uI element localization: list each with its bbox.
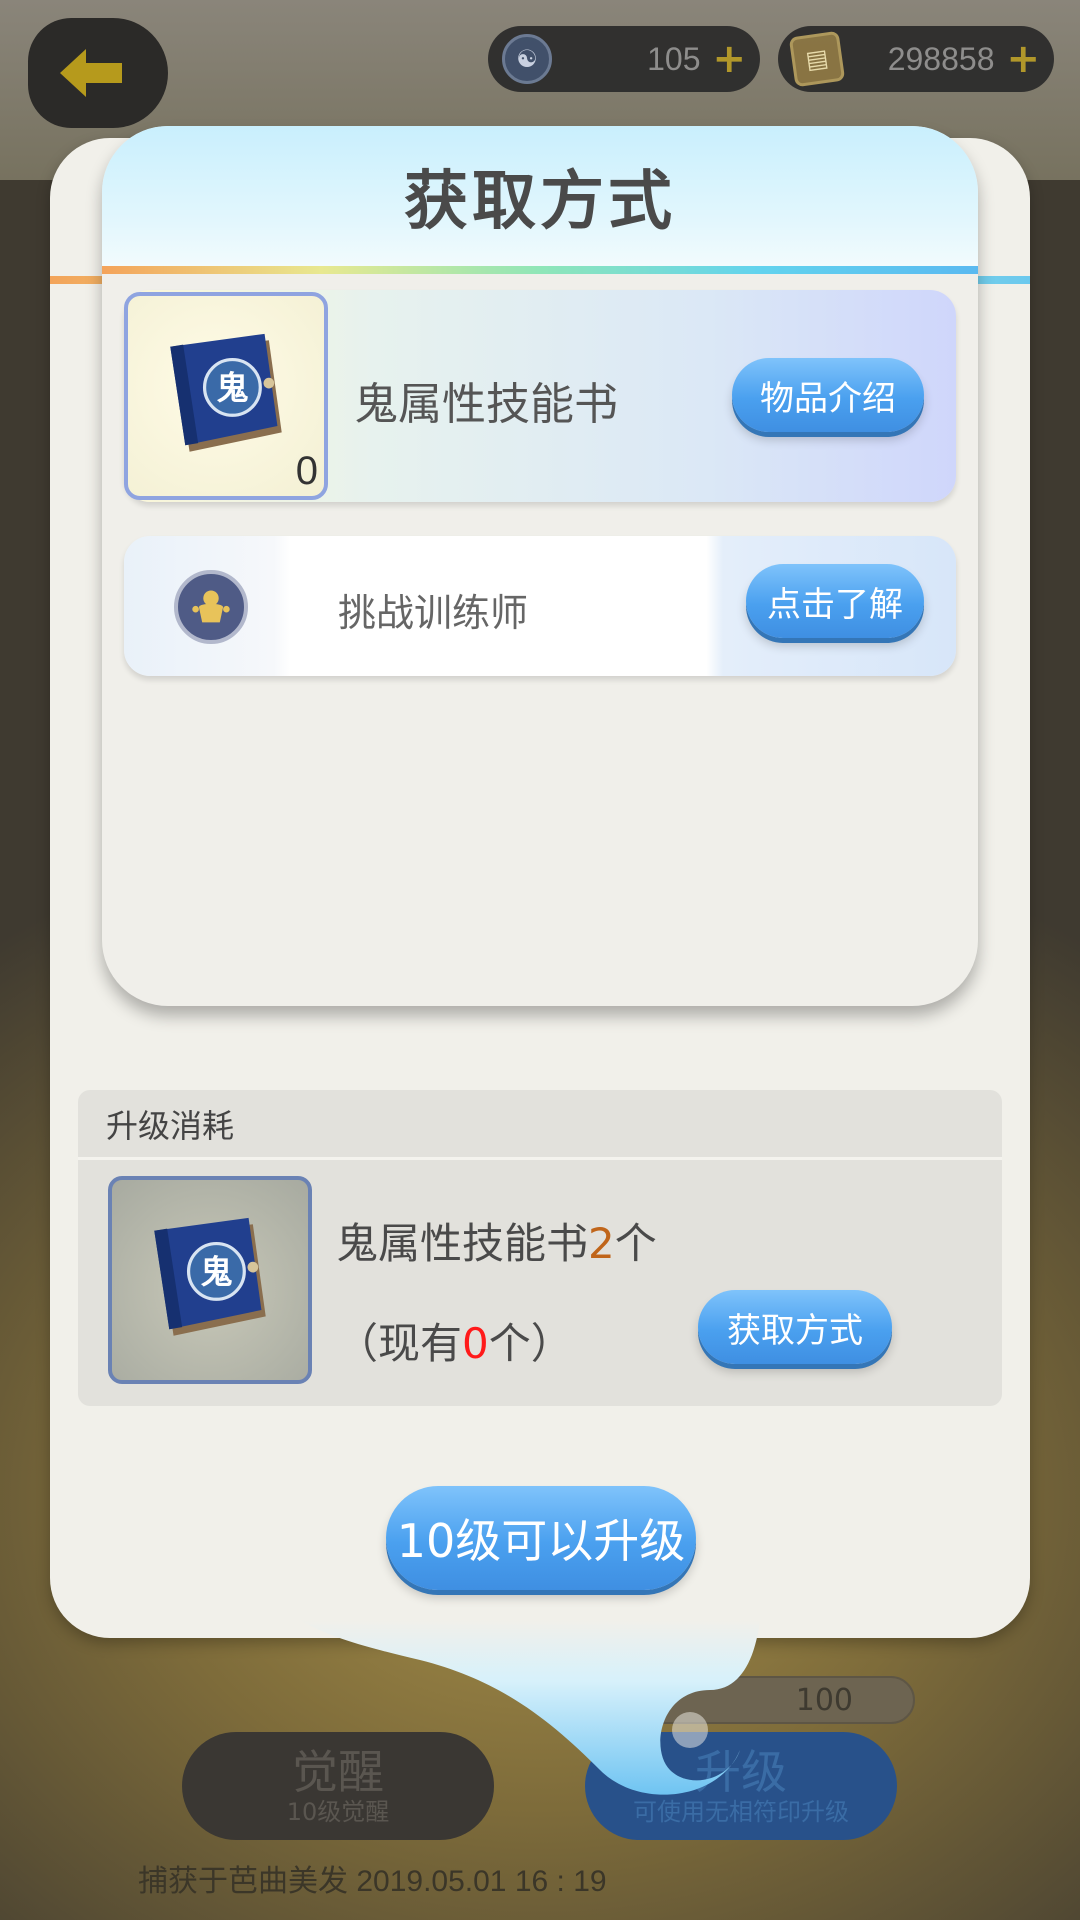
- trainer-icon: [174, 570, 248, 644]
- cost-item-unit: 个: [614, 1219, 657, 1268]
- cost-item-name: 鬼属性技能书2个: [336, 1210, 657, 1271]
- item-intro-button[interactable]: 物品介绍: [732, 358, 924, 432]
- capture-info: 捕获于芭曲美发 2019.05.01 16 : 19: [138, 1865, 607, 1898]
- get-method-button[interactable]: 获取方式: [698, 1290, 892, 1364]
- cost-header: 升级消耗: [78, 1090, 1002, 1160]
- cost-item-slot[interactable]: 鬼: [108, 1176, 312, 1384]
- popup-header: 获取方式: [102, 126, 978, 266]
- bg-upgrade-sub-label: 可使用无相符印升级: [633, 1798, 849, 1826]
- owned-prefix: （现有: [336, 1319, 463, 1368]
- gold-currency-value: 298858: [887, 40, 995, 77]
- back-button[interactable]: [28, 18, 168, 128]
- item-card: 鬼 0 鬼属性技能书 物品介绍: [124, 290, 956, 502]
- plus-icon[interactable]: +: [1006, 39, 1040, 79]
- soul-coin-icon: ☯: [502, 34, 552, 84]
- item-icon-slot[interactable]: 鬼 0: [124, 292, 328, 500]
- bg-cost-value: 100: [795, 1682, 853, 1718]
- cost-item-amount: 2: [588, 1219, 615, 1268]
- soul-currency-value: 105: [647, 40, 701, 77]
- soul-currency-display: ☯ 105 +: [488, 26, 760, 92]
- gold-currency-display: ▤ 298858 +: [778, 26, 1054, 92]
- plus-icon[interactable]: +: [712, 39, 746, 79]
- source-card-challenge-trainer: 挑战训练师 点击了解: [124, 536, 956, 676]
- item-count: 0: [295, 449, 318, 493]
- popup-title: 获取方式: [404, 165, 676, 239]
- awaken-sub-label: 10级觉醒: [286, 1798, 390, 1826]
- level-upgrade-button[interactable]: 10级可以升级: [386, 1486, 696, 1590]
- acquire-method-popup: 获取方式 鬼 0 鬼属性技能书 物品介绍 挑战训练师 点击了解: [102, 126, 978, 1006]
- svg-text:鬼: 鬼: [200, 1253, 232, 1291]
- speech-tail-decoration: [300, 1620, 760, 1795]
- owned-suffix: 个）: [488, 1319, 573, 1368]
- back-arrow-icon: [60, 49, 122, 97]
- cost-item-label: 鬼属性技能书: [336, 1219, 589, 1268]
- popup-rainbow-divider: [102, 266, 978, 274]
- svg-text:鬼: 鬼: [216, 369, 248, 407]
- owned-count: 0: [462, 1319, 489, 1368]
- learn-more-button[interactable]: 点击了解: [746, 564, 924, 638]
- gold-coin-icon: ▤: [788, 30, 846, 88]
- ghost-skill-book-icon: 鬼: [154, 1217, 266, 1336]
- item-name: 鬼属性技能书: [354, 379, 618, 430]
- ghost-skill-book-icon: 鬼: [170, 333, 282, 452]
- source-label: 挑战训练师: [338, 591, 529, 635]
- cost-item-owned: （现有0个）: [336, 1310, 573, 1371]
